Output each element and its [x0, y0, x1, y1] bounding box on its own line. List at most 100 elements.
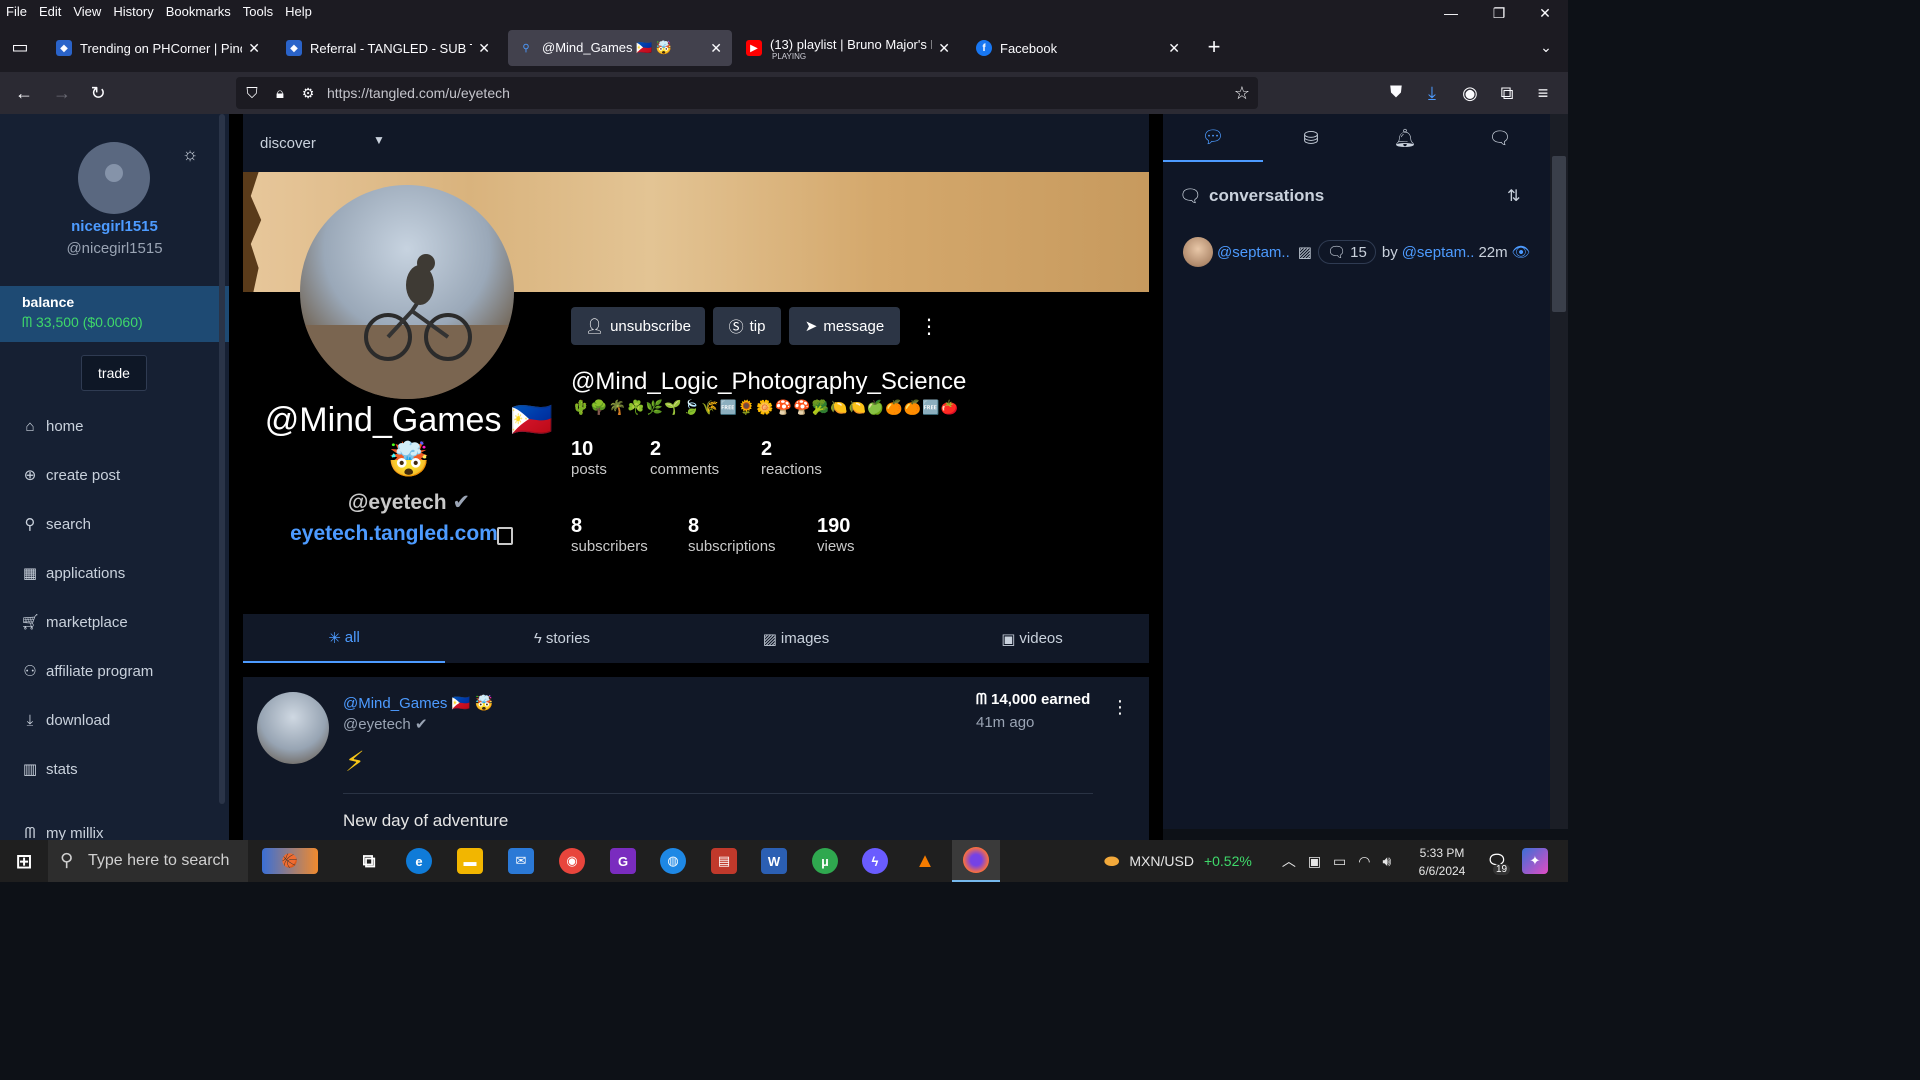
battery-icon[interactable]: ▭	[1333, 853, 1346, 870]
chevron-up-icon[interactable]: ︿	[1282, 851, 1296, 871]
tab-phcorner[interactable]: ◆ Trending on PHCorner | Pinoy In ✕	[46, 30, 270, 66]
sidebar-item-create-post[interactable]: ⊕ create post	[20, 463, 121, 487]
sidebar-item-search[interactable]: ⚲ search	[20, 512, 92, 536]
tab-referral[interactable]: ◆ Referral - TANGLED - SUB TO S ✕	[276, 30, 500, 66]
sidebar-scrollbar[interactable]	[219, 114, 225, 804]
tab-notifications[interactable]: 🔔︎	[1355, 114, 1455, 162]
shield-icon[interactable]: ⛉	[240, 81, 264, 105]
copilot-icon[interactable]: ✦	[1522, 848, 1548, 874]
page-scrollbar[interactable]	[1550, 114, 1568, 829]
vlc-icon[interactable]: ▲	[912, 848, 938, 874]
balance-panel[interactable]: balance ᗰ 33,500 ($0.0060)	[0, 286, 229, 342]
task-view-icon[interactable]: ⧉	[356, 848, 382, 874]
profile-site-link[interactable]: eyetech.tangled.com	[259, 522, 529, 546]
reload-icon[interactable]: ↻	[86, 81, 110, 105]
copy-icon[interactable]	[497, 527, 513, 545]
stat-subscriptions[interactable]: 8 subscriptions	[688, 515, 776, 555]
trade-button[interactable]: trade	[81, 355, 147, 391]
list-tabs-icon[interactable]: ⌄	[1534, 35, 1558, 59]
network-app-icon[interactable]: ◍	[660, 848, 686, 874]
chrome-icon[interactable]: ◉	[559, 848, 585, 874]
back-icon[interactable]: ←	[12, 81, 36, 105]
file-explorer-icon[interactable]: ▬	[457, 848, 483, 874]
conversation-row[interactable]: @septam.. ▨ 🗨︎ 15 by @septam.. 22m 👁︎	[1183, 236, 1531, 268]
utorrent-icon[interactable]: µ	[812, 848, 838, 874]
url-text[interactable]: https://tangled.com/u/eyetech	[327, 85, 510, 101]
app-menu-icon[interactable]: ≡	[1531, 81, 1555, 105]
post-username[interactable]: @Mind_Games 🇵🇭 🤯	[343, 694, 493, 712]
sidebar-item-download[interactable]: ⤓ download	[20, 708, 111, 732]
wifi-icon[interactable]: ◠	[1358, 853, 1370, 870]
tip-button[interactable]: Ⓢ tip	[713, 307, 781, 345]
downloads-icon[interactable]: ⤓	[1420, 81, 1444, 105]
conversation-user[interactable]: @septam..	[1217, 244, 1290, 261]
pocket-icon[interactable]: ⛊	[1384, 81, 1408, 105]
close-icon[interactable]: ✕	[1168, 40, 1180, 57]
unsubscribe-button[interactable]: 👤︎ unsubscribe	[571, 307, 705, 345]
firefox-taskbar-button[interactable]	[952, 840, 1000, 882]
forward-icon[interactable]: →	[50, 81, 74, 105]
pdf-icon[interactable]: G	[610, 848, 636, 874]
url-bar[interactable]: ⛉ 🔒︎ ⚙ https://tangled.com/u/eyetech ☆	[236, 77, 1258, 109]
stat-posts: 10 posts	[571, 438, 607, 478]
clock[interactable]: 5:33 PM 6/6/2024	[1404, 844, 1480, 880]
sidebar-item-applications[interactable]: ▦ applications	[20, 561, 125, 585]
menu-view[interactable]: View	[67, 4, 107, 19]
menu-bookmarks[interactable]: Bookmarks	[160, 4, 237, 19]
extensions-icon[interactable]: ⧉	[1495, 81, 1519, 105]
winrar-icon[interactable]: ▤	[711, 848, 737, 874]
lock-icon[interactable]: 🔒︎	[268, 81, 292, 105]
sidebar-item-home[interactable]: ⌂ home	[20, 414, 83, 438]
message-button[interactable]: ➤ message	[789, 307, 900, 345]
tab-overview-icon[interactable]: ▭	[8, 35, 32, 59]
more-options-icon[interactable]: ⋮	[919, 314, 939, 339]
meet-icon[interactable]: ▣	[1308, 853, 1321, 870]
menu-tools[interactable]: Tools	[237, 4, 279, 19]
account-icon[interactable]: ◉	[1458, 81, 1482, 105]
theme-toggle-icon[interactable]: ☼	[178, 142, 202, 166]
close-icon[interactable]: ✕	[710, 40, 722, 57]
volume-icon[interactable]: 🔊︎	[1383, 853, 1392, 870]
tab-videos[interactable]: ▣ videos	[927, 614, 1137, 663]
tab-all[interactable]: ✳ all	[243, 614, 445, 663]
post-more-options-icon[interactable]: ⋮	[1111, 697, 1129, 718]
close-icon[interactable]: ✕	[248, 40, 260, 57]
sidebar-item-affiliate-program[interactable]: ⚇ affiliate program	[20, 659, 153, 683]
bookmark-star-icon[interactable]: ☆	[1230, 81, 1254, 105]
tab-images[interactable]: ▨ images	[691, 614, 901, 663]
tab-stories[interactable]: ϟ stories	[457, 614, 667, 663]
scrollbar-thumb[interactable]	[1552, 156, 1566, 312]
menu-history[interactable]: History	[107, 4, 159, 19]
close-icon[interactable]: ✕	[938, 40, 950, 57]
edge-icon[interactable]: e	[406, 848, 432, 874]
tab-youtube[interactable]: ▶ (13) playlist | Bruno Major's Be PLAYI…	[736, 30, 960, 66]
menu-file[interactable]: File	[0, 4, 33, 19]
sort-icon[interactable]: ⇅	[1507, 186, 1520, 206]
sidebar-item-marketplace[interactable]: 🛒︎ marketplace	[20, 610, 127, 634]
new-tab-button[interactable]: +	[1202, 34, 1226, 59]
tab-messages[interactable]: 🗨︎	[1450, 114, 1550, 162]
word-icon[interactable]: W	[761, 848, 787, 874]
taskbar-search[interactable]: ⚲ Type here to search	[48, 840, 248, 882]
currency-pair[interactable]: MXN/USD	[1129, 853, 1194, 869]
messenger-icon[interactable]: ϟ	[862, 848, 888, 874]
discover-dropdown[interactable]: discover ▼	[243, 114, 1149, 172]
conversation-author[interactable]: @septam..	[1402, 244, 1475, 261]
post-avatar[interactable]	[257, 692, 329, 764]
stat-subscribers[interactable]: 8 subscribers	[571, 515, 648, 555]
permissions-icon[interactable]: ⚙	[296, 81, 320, 105]
tab-conversations[interactable]: 💬︎	[1163, 114, 1263, 162]
tab-coins[interactable]: ⛁	[1261, 114, 1361, 162]
username[interactable]: nicegirl1515	[0, 218, 229, 235]
windows-start-icon[interactable]: ⊞	[11, 848, 37, 874]
menu-edit[interactable]: Edit	[33, 4, 67, 19]
avatar[interactable]	[78, 142, 150, 214]
mail-icon[interactable]: ✉	[508, 848, 534, 874]
close-icon[interactable]: ✕	[478, 40, 490, 57]
tab-mind-games[interactable]: ⚲ @Mind_Games 🇵🇭 🤯 ✕	[508, 30, 732, 66]
widget-icon[interactable]: 🏀	[262, 848, 318, 874]
menu-help[interactable]: Help	[279, 4, 318, 19]
tab-facebook[interactable]: f Facebook ✕	[966, 30, 1190, 66]
sidebar-item-stats[interactable]: ▥ stats	[20, 757, 78, 781]
profile-emoji-bio: 🌵🌳🌴☘️🌿🌱🍃🌾🆓🌻🌼🍄🍄🥦🍋🍋🍏🍊🍊🆓🍅	[572, 399, 960, 415]
